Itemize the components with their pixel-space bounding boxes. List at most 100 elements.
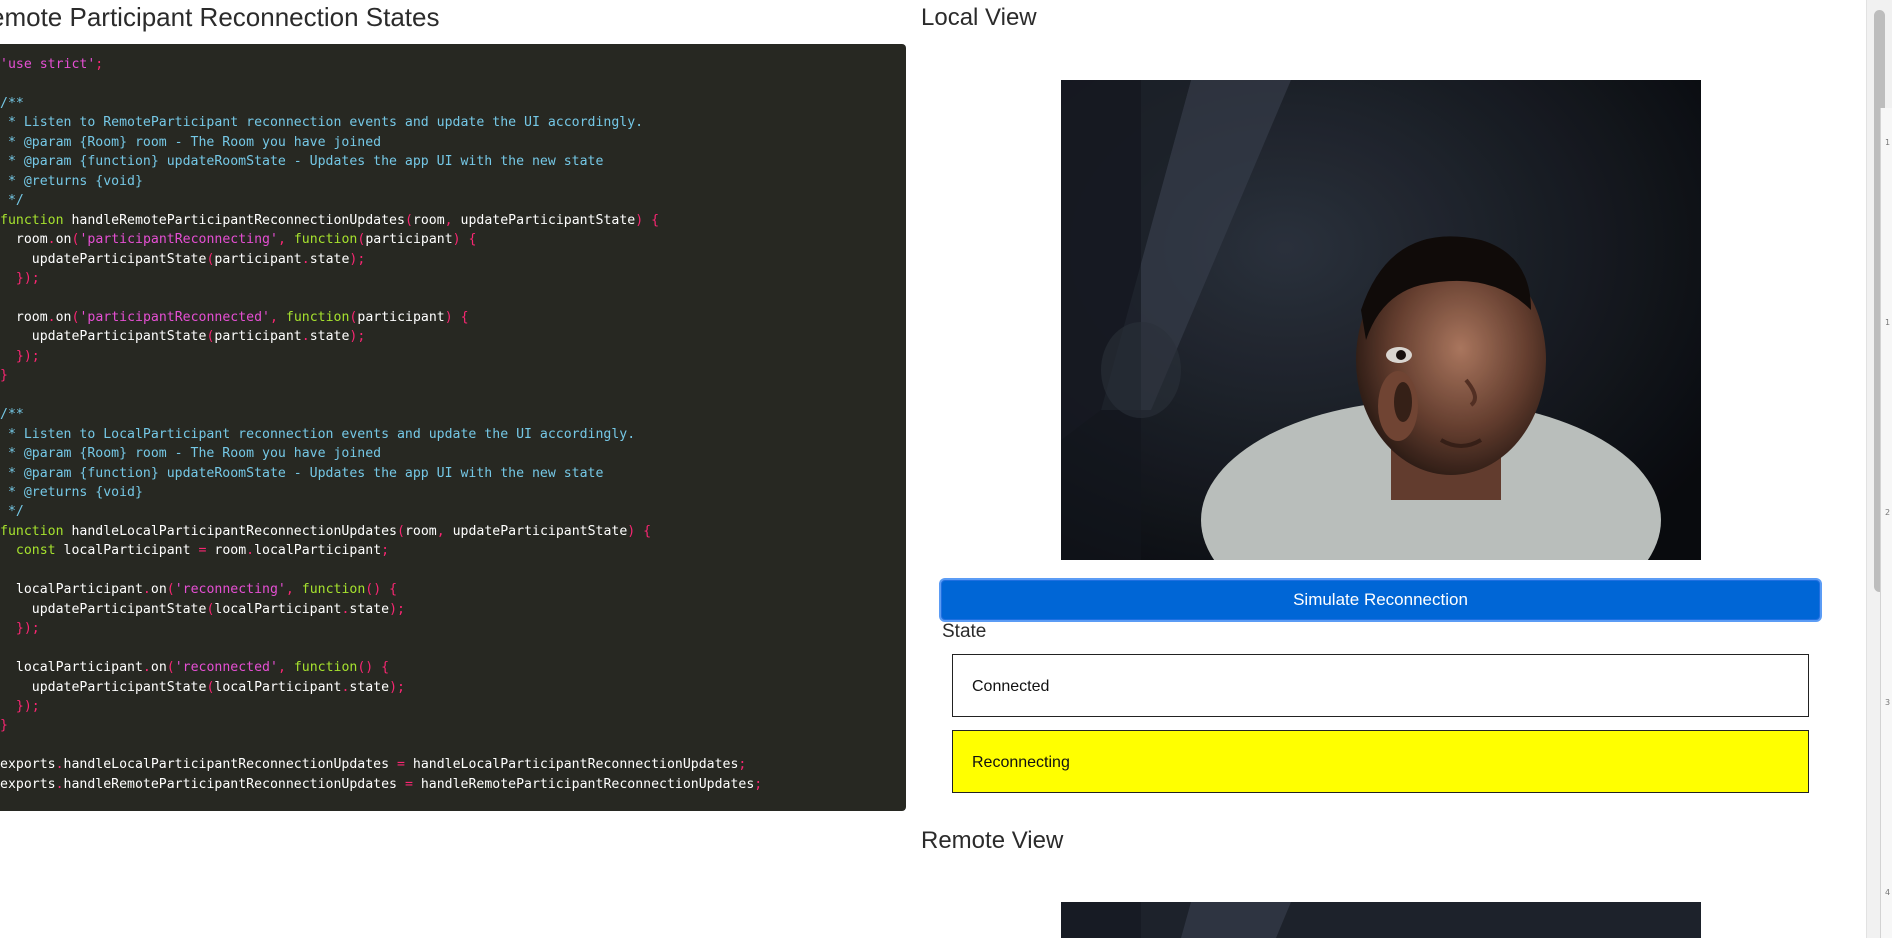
code-token: const <box>0 543 56 559</box>
code-token: function <box>0 212 64 228</box>
code-token: handleLocalParticipantReconnectionUpdate… <box>63 757 397 773</box>
code-token: }); <box>0 621 40 637</box>
code-token: ( <box>166 582 175 598</box>
code-line: exports.handleLocalParticipantReconnecti… <box>0 755 906 774</box>
code-token: = <box>404 776 413 792</box>
code-token: * @param {Room} room - The Room you have… <box>0 134 382 150</box>
state-connected: Connected <box>952 654 1809 717</box>
code-token: function <box>293 232 358 248</box>
state-heading: State <box>942 621 987 642</box>
code-token: localParticipant <box>214 601 342 617</box>
code-token: * @returns {void} <box>0 173 143 189</box>
code-token: /** <box>0 407 24 423</box>
local-video-frame <box>1061 80 1701 560</box>
ruler-tick: 3 <box>1885 698 1891 707</box>
code-line: * @param {Room} room - The Room you have… <box>0 133 906 152</box>
code-token: . <box>47 232 56 248</box>
code-token: room <box>404 523 437 539</box>
code-token: . <box>47 309 56 325</box>
code-line: localParticipant.on('reconnecting', func… <box>0 580 906 599</box>
code-token: localParticipant <box>0 582 143 598</box>
code-line: */ <box>0 191 906 210</box>
code-token: updateParticipantState <box>0 679 207 695</box>
code-token: } <box>0 368 8 384</box>
code-token: * Listen to LocalParticipant reconnectio… <box>0 426 636 442</box>
code-token: ) { <box>452 232 477 248</box>
code-token: participant <box>357 309 445 325</box>
code-token: state <box>349 679 390 695</box>
code-token: ); <box>389 601 405 617</box>
code-token: ( <box>404 212 413 228</box>
simulate-reconnection-button[interactable]: Simulate Reconnection <box>941 580 1820 620</box>
code-token: ) { <box>627 523 652 539</box>
code-token: localParticipant <box>214 679 342 695</box>
code-token: ; <box>381 543 390 559</box>
code-token: * @param {function} updateRoomState - Up… <box>0 465 604 481</box>
code-token: } <box>0 718 8 734</box>
code-panel[interactable]: 'use strict'; /** * Listen to RemotePart… <box>0 44 906 811</box>
code-line: * Listen to RemoteParticipant reconnecti… <box>0 113 906 132</box>
code-line: 'use strict'; <box>0 55 906 74</box>
code-panel-title: emote Participant Reconnection States <box>0 2 440 32</box>
code-token: . <box>55 757 64 773</box>
code-token: 'participantReconnected' <box>79 309 270 325</box>
code-token: updateParticipantState <box>460 212 636 228</box>
code-token: . <box>142 660 151 676</box>
code-token: . <box>301 251 310 267</box>
code-token: participant <box>365 232 453 248</box>
code-block[interactable]: 'use strict'; /** * Listen to RemotePart… <box>0 44 906 794</box>
code-token: updateParticipantState <box>452 523 628 539</box>
code-token: handleRemoteParticipantReconnectionUpdat… <box>63 776 405 792</box>
code-token: ; <box>95 57 104 72</box>
code-token: * Listen to RemoteParticipant reconnecti… <box>0 115 644 131</box>
code-token: 'use strict' <box>0 57 96 72</box>
code-token: state <box>309 329 350 345</box>
code-token: , <box>277 232 294 248</box>
code-token: * @param {function} updateRoomState - Up… <box>0 154 604 170</box>
code-token: state <box>309 251 350 267</box>
code-token: ) { <box>444 309 469 325</box>
code-token: function <box>301 582 366 598</box>
code-token: localParticipant <box>55 543 199 559</box>
code-token: * @returns {void} <box>0 484 143 500</box>
code-token: room <box>206 543 247 559</box>
code-token: 'reconnecting' <box>174 582 286 598</box>
code-token: participant <box>214 329 302 345</box>
code-token: updateParticipantState <box>0 601 207 617</box>
code-token: exports <box>0 757 56 773</box>
code-token: 'reconnected' <box>174 660 278 676</box>
code-line: */ <box>0 502 906 521</box>
code-token: * @param {Room} room - The Room you have… <box>0 446 382 462</box>
code-token: handleRemoteParticipantReconnectionUpdat… <box>412 776 755 792</box>
code-token: localParticipant <box>254 543 382 559</box>
code-token: function <box>285 309 350 325</box>
code-token: ) { <box>635 212 660 228</box>
remote-video <box>1061 902 1701 938</box>
local-video <box>1061 80 1701 560</box>
code-token: . <box>142 582 151 598</box>
code-line: }); <box>0 269 906 288</box>
code-token: () { <box>357 660 390 676</box>
ruler-tick: 1 <box>1885 318 1891 327</box>
state-reconnecting: Reconnecting <box>952 730 1809 793</box>
code-token: ); <box>389 679 405 695</box>
code-token: ); <box>349 329 366 345</box>
code-token: /** <box>0 95 24 111</box>
code-line: exports.handleRemoteParticipantReconnect… <box>0 775 906 794</box>
code-line: updateParticipantState(participant.state… <box>0 327 906 346</box>
code-token: */ <box>0 504 24 520</box>
code-line: * Listen to LocalParticipant reconnectio… <box>0 425 906 444</box>
code-token: }); <box>0 270 40 286</box>
code-token: state <box>349 601 390 617</box>
code-line: }); <box>0 619 906 638</box>
code-token: , <box>270 309 286 325</box>
code-line: const localParticipant = room.localParti… <box>0 541 906 560</box>
code-token: . <box>55 776 64 792</box>
code-token: }); <box>0 348 40 364</box>
code-token: handleLocalParticipantReconnectionUpdate… <box>63 523 397 539</box>
code-line: }); <box>0 697 906 716</box>
code-line: * @param {Room} room - The Room you have… <box>0 444 906 463</box>
